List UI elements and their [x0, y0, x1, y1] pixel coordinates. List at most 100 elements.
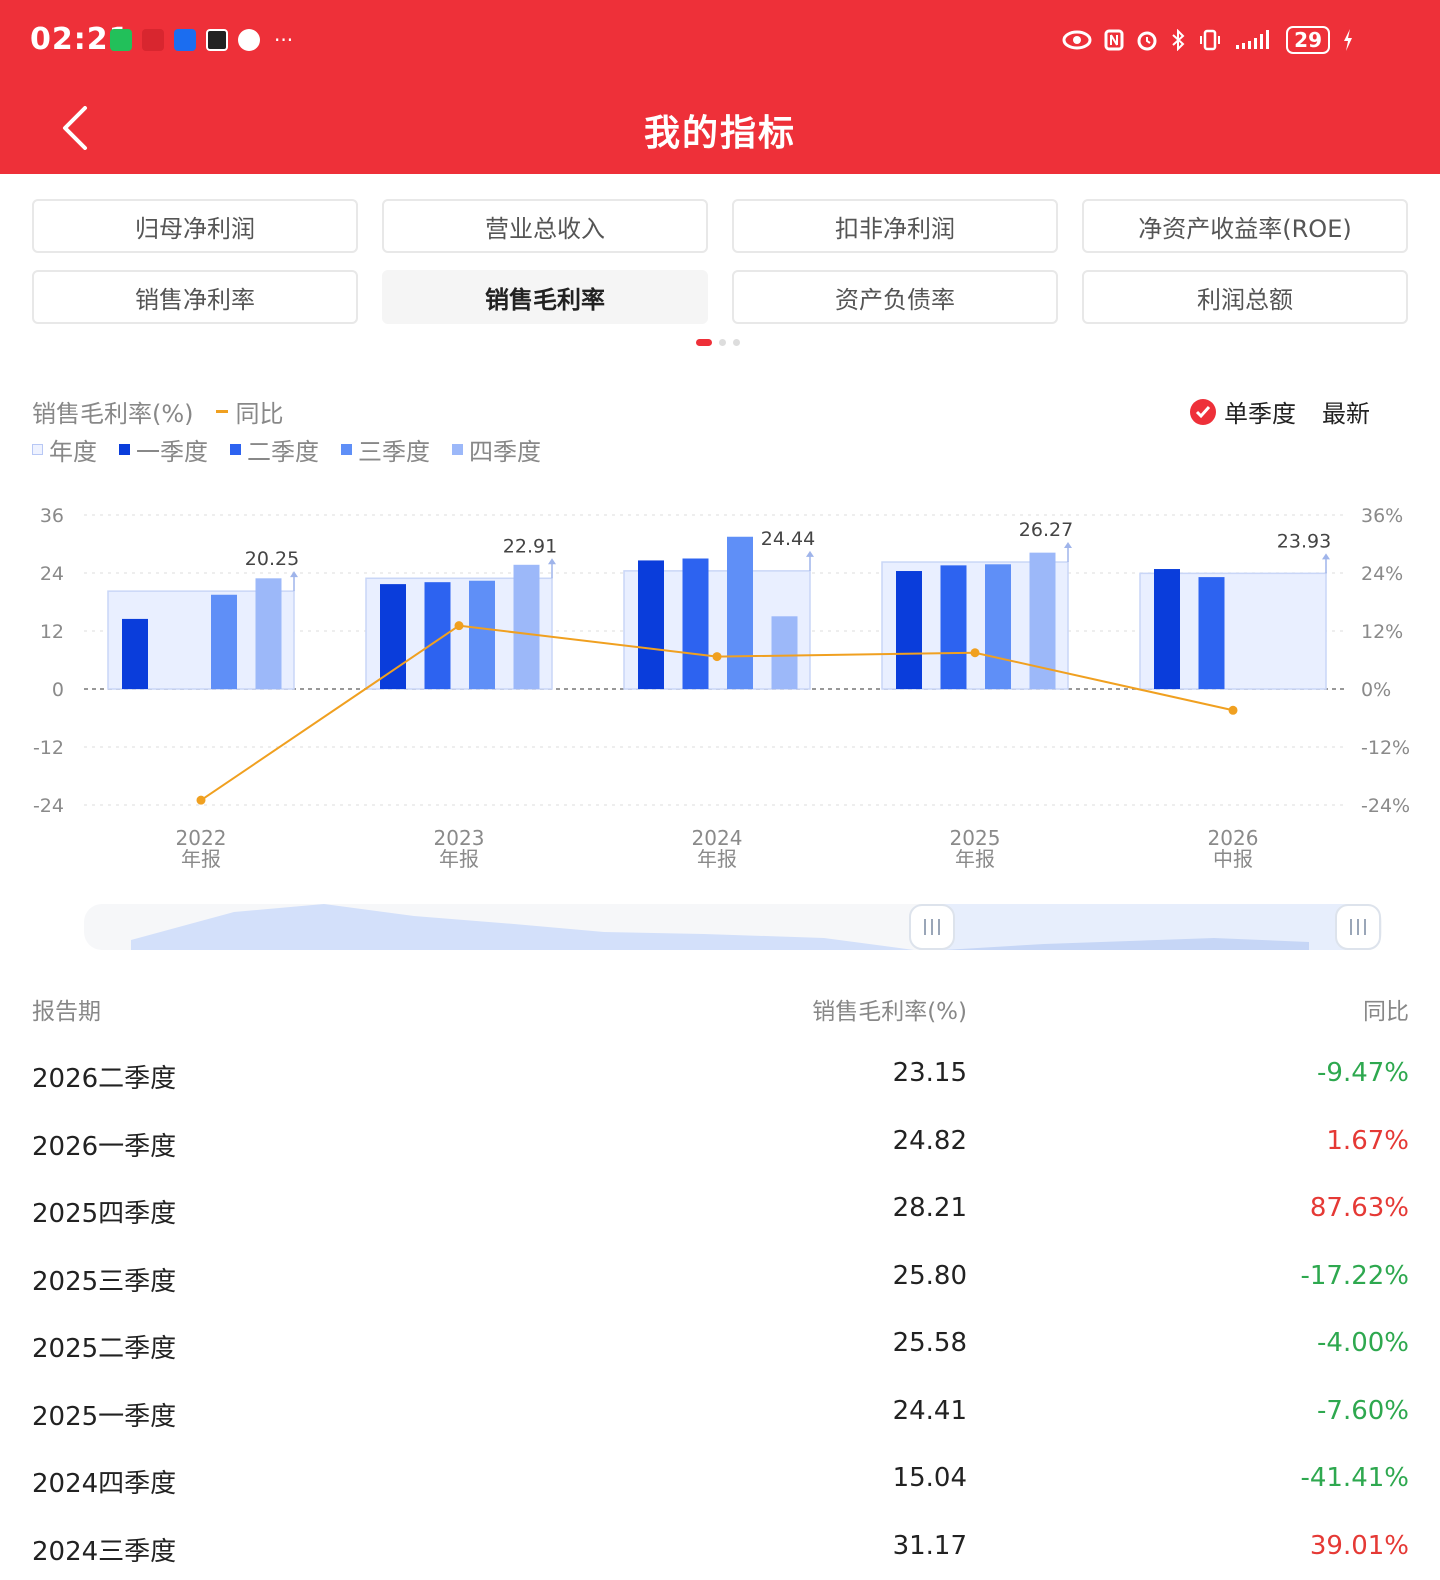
row-value: 25.80 — [893, 1261, 967, 1291]
row-yoy: -4.00% — [1317, 1328, 1409, 1358]
row-period: 2026二季度 — [32, 1058, 176, 1095]
pager-dot-active[interactable] — [696, 339, 712, 346]
row-period: 2026一季度 — [32, 1126, 176, 1163]
row-value: 28.21 — [893, 1193, 967, 1223]
row-yoy: -41.41% — [1300, 1463, 1409, 1493]
row-yoy: -9.47% — [1317, 1058, 1409, 1088]
metric-pager — [696, 339, 740, 346]
table-row[interactable]: 2024四季度15.04-41.41% — [32, 1445, 1409, 1513]
row-yoy: -7.60% — [1317, 1396, 1409, 1426]
row-value: 15.04 — [893, 1463, 967, 1493]
quarter-bar — [727, 537, 753, 689]
q3-swatch — [341, 444, 352, 455]
x-tick-label: 年报 — [439, 847, 479, 871]
annual-value-label: 24.44 — [761, 528, 815, 550]
legend-q2-label: 二季度 — [247, 432, 319, 467]
quarter-bar — [772, 616, 798, 689]
y-tick-label-left: -24 — [33, 795, 64, 817]
chart-legend-series: 年度 一季度 二季度 三季度 四季度 — [32, 432, 541, 467]
metric-selector: 归母净利润营业总收入扣非净利润净资产收益率(ROE) 销售净利率销售毛利率资产负债… — [32, 199, 1409, 324]
quarter-bar — [985, 564, 1011, 689]
legend-q1[interactable]: 一季度 — [119, 432, 208, 467]
metric-button[interactable]: 资产负债率 — [732, 270, 1058, 324]
quarter-bar — [941, 565, 967, 689]
quarter-bar — [638, 560, 664, 689]
metric-button[interactable]: 净资产收益率(ROE) — [1082, 199, 1408, 253]
row-value: 24.41 — [893, 1396, 967, 1426]
row-period: 2024三季度 — [32, 1531, 176, 1568]
quarter-bar — [211, 595, 237, 689]
quarter-bar — [469, 581, 495, 689]
gross-margin-chart: 3636%2424%1212%00%-12-12%-24-24%20.25202… — [0, 490, 1440, 890]
battery-indicator: 29 — [1286, 26, 1330, 54]
header-yoy[interactable]: 同比 — [1363, 992, 1409, 1026]
q4-swatch — [452, 444, 463, 455]
annual-value-label: 20.25 — [245, 548, 299, 570]
header-period: 报告期 — [32, 992, 101, 1026]
status-bar: 02:21 ··· 29 — [0, 0, 1440, 84]
pager-dot[interactable] — [733, 339, 740, 346]
metric-button[interactable]: 利润总额 — [1082, 270, 1408, 324]
table-row[interactable]: 2025四季度28.2187.63% — [32, 1175, 1409, 1243]
slider-handle-left[interactable] — [910, 905, 954, 949]
row-yoy: 39.01% — [1310, 1531, 1409, 1561]
legend-q4-label: 四季度 — [469, 432, 541, 467]
y-tick-label-left: 12 — [40, 621, 64, 643]
more-notifications-icon: ··· — [274, 28, 293, 52]
single-season-toggle[interactable]: 单季度 — [1190, 394, 1296, 429]
table-row[interactable]: 2026二季度23.15-9.47% — [32, 1040, 1409, 1108]
metric-button[interactable]: 销售净利率 — [32, 270, 358, 324]
metric-button[interactable]: 扣非净利润 — [732, 199, 1058, 253]
row-yoy: 1.67% — [1326, 1126, 1409, 1156]
table-row[interactable]: 2024三季度 31.17 39.01% — [32, 1513, 1409, 1580]
y-tick-label-left: -12 — [33, 737, 64, 759]
header-value[interactable]: 销售毛利率(%) — [812, 992, 967, 1026]
row-value: 31.17 — [893, 1531, 967, 1561]
table-header: 报告期 销售毛利率(%) 同比 — [32, 992, 1409, 1026]
quarter-bar — [683, 559, 709, 690]
page-title: 我的指标 — [0, 104, 1440, 156]
row-period: 2025二季度 — [32, 1328, 176, 1365]
row-period: 2025三季度 — [32, 1261, 176, 1298]
legend-q2[interactable]: 二季度 — [230, 432, 319, 467]
y-tick-label-right: -24% — [1361, 795, 1410, 817]
eye-icon — [1062, 30, 1092, 50]
chart-legend-primary: 销售毛利率(%) 同比 — [32, 394, 284, 429]
metric-button[interactable]: 营业总收入 — [382, 199, 708, 253]
bluetooth-icon — [1170, 29, 1186, 51]
table-row[interactable]: 2025二季度25.58-4.00% — [32, 1310, 1409, 1378]
yoy-point — [713, 652, 722, 661]
pager-dot[interactable] — [719, 339, 726, 346]
legend-q4[interactable]: 四季度 — [452, 432, 541, 467]
y-tick-label-left: 36 — [40, 505, 64, 527]
yoy-line-swatch — [216, 410, 228, 413]
table-row[interactable]: 2026一季度24.821.67% — [32, 1108, 1409, 1176]
bird-app-icon — [174, 29, 196, 51]
wechat-icon — [110, 29, 132, 51]
data-table: 2026二季度23.15-9.47%2026一季度24.821.67%2025四… — [32, 1040, 1409, 1580]
quarter-bar — [122, 619, 148, 689]
legend-q3[interactable]: 三季度 — [341, 432, 430, 467]
check-icon — [1190, 399, 1216, 425]
annual-marker-arrow — [806, 551, 814, 557]
y-tick-label-left: 0 — [52, 679, 64, 701]
metric-button[interactable]: 销售毛利率 — [382, 270, 708, 324]
chart-range-slider[interactable] — [84, 904, 1382, 950]
metric-button[interactable]: 归母净利润 — [32, 199, 358, 253]
x-tick-label: 年报 — [181, 847, 221, 871]
annual-value-label: 26.27 — [1019, 519, 1073, 541]
y-tick-label-right: 0% — [1361, 679, 1391, 701]
annual-swatch — [32, 444, 43, 455]
table-row[interactable]: 2025一季度 24.41 -7.60% — [32, 1378, 1409, 1446]
stock-app-icon — [142, 29, 164, 51]
latest-button[interactable]: 最新 — [1322, 394, 1370, 429]
yoy-point — [455, 621, 464, 630]
table-row[interactable]: 2025三季度 25.80 -17.22% — [32, 1243, 1409, 1311]
row-yoy: -17.22% — [1300, 1261, 1409, 1291]
legend-annual[interactable]: 年度 — [32, 432, 97, 467]
legend-q1-label: 一季度 — [136, 432, 208, 467]
annual-marker-arrow — [1322, 553, 1330, 559]
row-period: 2025一季度 — [32, 1396, 176, 1433]
slider-handle-right[interactable] — [1336, 905, 1380, 949]
quarter-bar — [896, 571, 922, 689]
